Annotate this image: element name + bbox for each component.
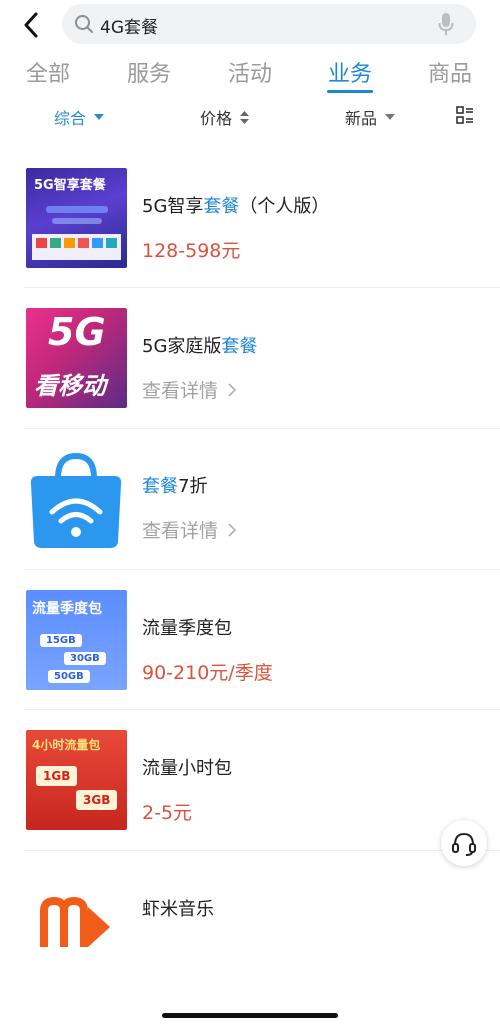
filter-price[interactable]: 价格 bbox=[200, 105, 250, 129]
filter-new[interactable]: 新品 bbox=[345, 105, 396, 129]
filter-sort[interactable]: 综合 bbox=[54, 105, 105, 129]
product-image-caption-top: 5G bbox=[48, 310, 106, 354]
item-price: 2-5元 bbox=[142, 802, 193, 824]
filter-sort-label: 综合 bbox=[54, 109, 87, 128]
microphone-icon[interactable] bbox=[438, 12, 454, 36]
chevron-right-icon bbox=[228, 523, 237, 537]
item-title: 虾米音乐 bbox=[142, 899, 214, 920]
list-item[interactable]: 4小时流量包 1GB 3GB 流量小时包 2-5元 bbox=[0, 702, 500, 842]
category-tabs: 全部 服务 活动 业务 商品 bbox=[0, 52, 500, 100]
shopping-bag-wifi-icon bbox=[30, 452, 122, 548]
product-image-caption: 4小时流量包 bbox=[32, 738, 101, 752]
product-image-caption: 5G智享套餐 bbox=[34, 178, 106, 193]
filter-bar: 综合 价格 新品 bbox=[0, 100, 500, 132]
product-image: 4小时流量包 1GB 3GB bbox=[26, 730, 127, 830]
item-title: 流量小时包 bbox=[142, 758, 232, 779]
item-title: 5G家庭版套餐 bbox=[142, 336, 258, 357]
back-button[interactable] bbox=[14, 8, 48, 42]
sort-icon bbox=[240, 110, 250, 124]
product-image: 5G 看移动 bbox=[26, 308, 127, 408]
tab-activities[interactable]: 活动 bbox=[228, 56, 272, 88]
data-tier-label: 1GB bbox=[36, 766, 78, 786]
customer-service-button[interactable] bbox=[441, 820, 487, 866]
product-image: 5G智享套餐 bbox=[26, 168, 127, 268]
filter-price-label: 价格 bbox=[200, 109, 233, 128]
list-item[interactable]: 流量季度包 15GB 30GB 50GB 流量季度包 90-210元/季度 bbox=[0, 562, 500, 702]
headset-icon bbox=[452, 832, 476, 856]
chevron-left-icon bbox=[24, 12, 38, 38]
item-title: 5G智享套餐（个人版） bbox=[142, 196, 330, 217]
chevron-right-icon bbox=[228, 383, 237, 397]
search-input[interactable]: 4G套餐 bbox=[62, 4, 476, 44]
product-image-caption: 流量季度包 bbox=[32, 601, 102, 617]
data-tier-label: 50GB bbox=[48, 670, 90, 683]
caret-down-icon bbox=[94, 114, 105, 120]
data-tier-label: 15GB bbox=[40, 634, 82, 647]
data-tier-label: 3GB bbox=[76, 790, 118, 810]
product-image: 流量季度包 15GB 30GB 50GB bbox=[26, 590, 127, 690]
tab-products[interactable]: 商品 bbox=[428, 56, 472, 88]
tab-all[interactable]: 全部 bbox=[26, 56, 70, 88]
search-icon bbox=[75, 15, 93, 33]
item-price: 128-598元 bbox=[142, 240, 241, 262]
search-query: 4G套餐 bbox=[100, 18, 158, 38]
item-title: 套餐7折 bbox=[142, 476, 208, 497]
header: 4G套餐 bbox=[0, 0, 500, 50]
active-tab-indicator bbox=[327, 90, 373, 93]
filter-new-label: 新品 bbox=[345, 109, 378, 128]
item-price: 90-210元/季度 bbox=[142, 662, 273, 684]
layout-toggle[interactable] bbox=[456, 106, 474, 124]
product-image-caption-bottom: 看移动 bbox=[34, 372, 106, 400]
home-indicator bbox=[162, 1013, 338, 1018]
product-image bbox=[26, 448, 127, 548]
list-item[interactable]: 套餐7折 查看详情 bbox=[0, 420, 500, 560]
list-item[interactable]: 5G智享套餐 5G智享套餐（个人版） 128-598元 bbox=[0, 140, 500, 280]
product-image bbox=[26, 871, 127, 951]
view-details-link[interactable]: 查看详情 bbox=[142, 516, 237, 543]
list-item[interactable]: 5G 看移动 5G家庭版套餐 查看详情 bbox=[0, 280, 500, 420]
data-tier-label: 30GB bbox=[64, 652, 106, 665]
tab-services[interactable]: 服务 bbox=[127, 56, 171, 88]
list-item[interactable]: 虾米音乐 bbox=[0, 843, 500, 983]
view-details-link[interactable]: 查看详情 bbox=[142, 376, 237, 403]
item-title: 流量季度包 bbox=[142, 618, 232, 639]
xiami-music-logo bbox=[40, 896, 110, 947]
tab-business[interactable]: 业务 bbox=[328, 56, 372, 88]
caret-down-icon bbox=[385, 114, 396, 120]
list-grid-icon bbox=[456, 106, 473, 124]
